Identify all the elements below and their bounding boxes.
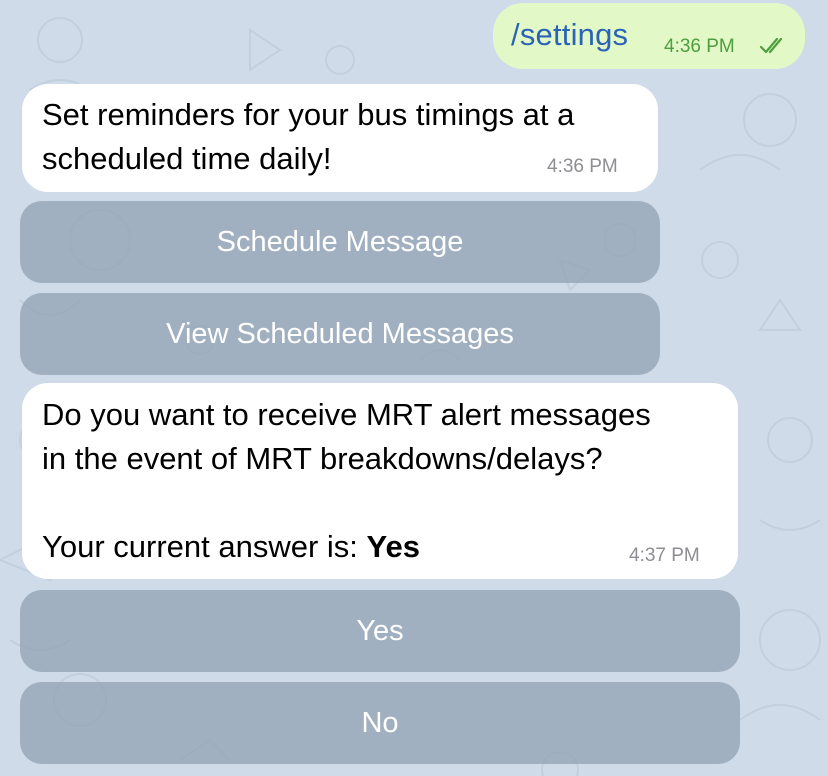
yes-button[interactable]: Yes [20, 590, 740, 672]
message-text-line: in the event of MRT breakdowns/delays? [42, 441, 603, 476]
outgoing-message-bubble[interactable]: /settings 4:36 PM [493, 3, 805, 69]
button-label: No [361, 706, 399, 739]
message-text-line: Set reminders for your bus timings at a [42, 97, 575, 132]
button-label: Yes [356, 614, 404, 647]
current-answer-prefix: Your current answer is: [42, 529, 367, 564]
current-answer-line: Your current answer is: Yes [42, 525, 420, 569]
no-button[interactable]: No [20, 682, 740, 764]
current-answer-value: Yes [366, 529, 420, 564]
message-time: 4:37 PM [629, 545, 700, 566]
double-check-icon [759, 37, 783, 54]
message-text-line: scheduled time daily! [42, 141, 332, 176]
message-time: 4:36 PM [547, 156, 618, 177]
incoming-message-bubble-mrt-alerts[interactable]: Do you want to receive MRT alert message… [22, 383, 738, 579]
incoming-message-bubble-reminders[interactable]: Set reminders for your bus timings at a … [22, 84, 658, 192]
message-text-line: Do you want to receive MRT alert message… [42, 397, 651, 432]
view-scheduled-messages-button[interactable]: View Scheduled Messages [20, 293, 660, 375]
schedule-message-button[interactable]: Schedule Message [20, 201, 660, 283]
outgoing-message-time: 4:36 PM [664, 36, 735, 57]
button-label: Schedule Message [216, 225, 464, 258]
button-label: View Scheduled Messages [166, 317, 514, 350]
outgoing-message-text: /settings [511, 17, 629, 52]
